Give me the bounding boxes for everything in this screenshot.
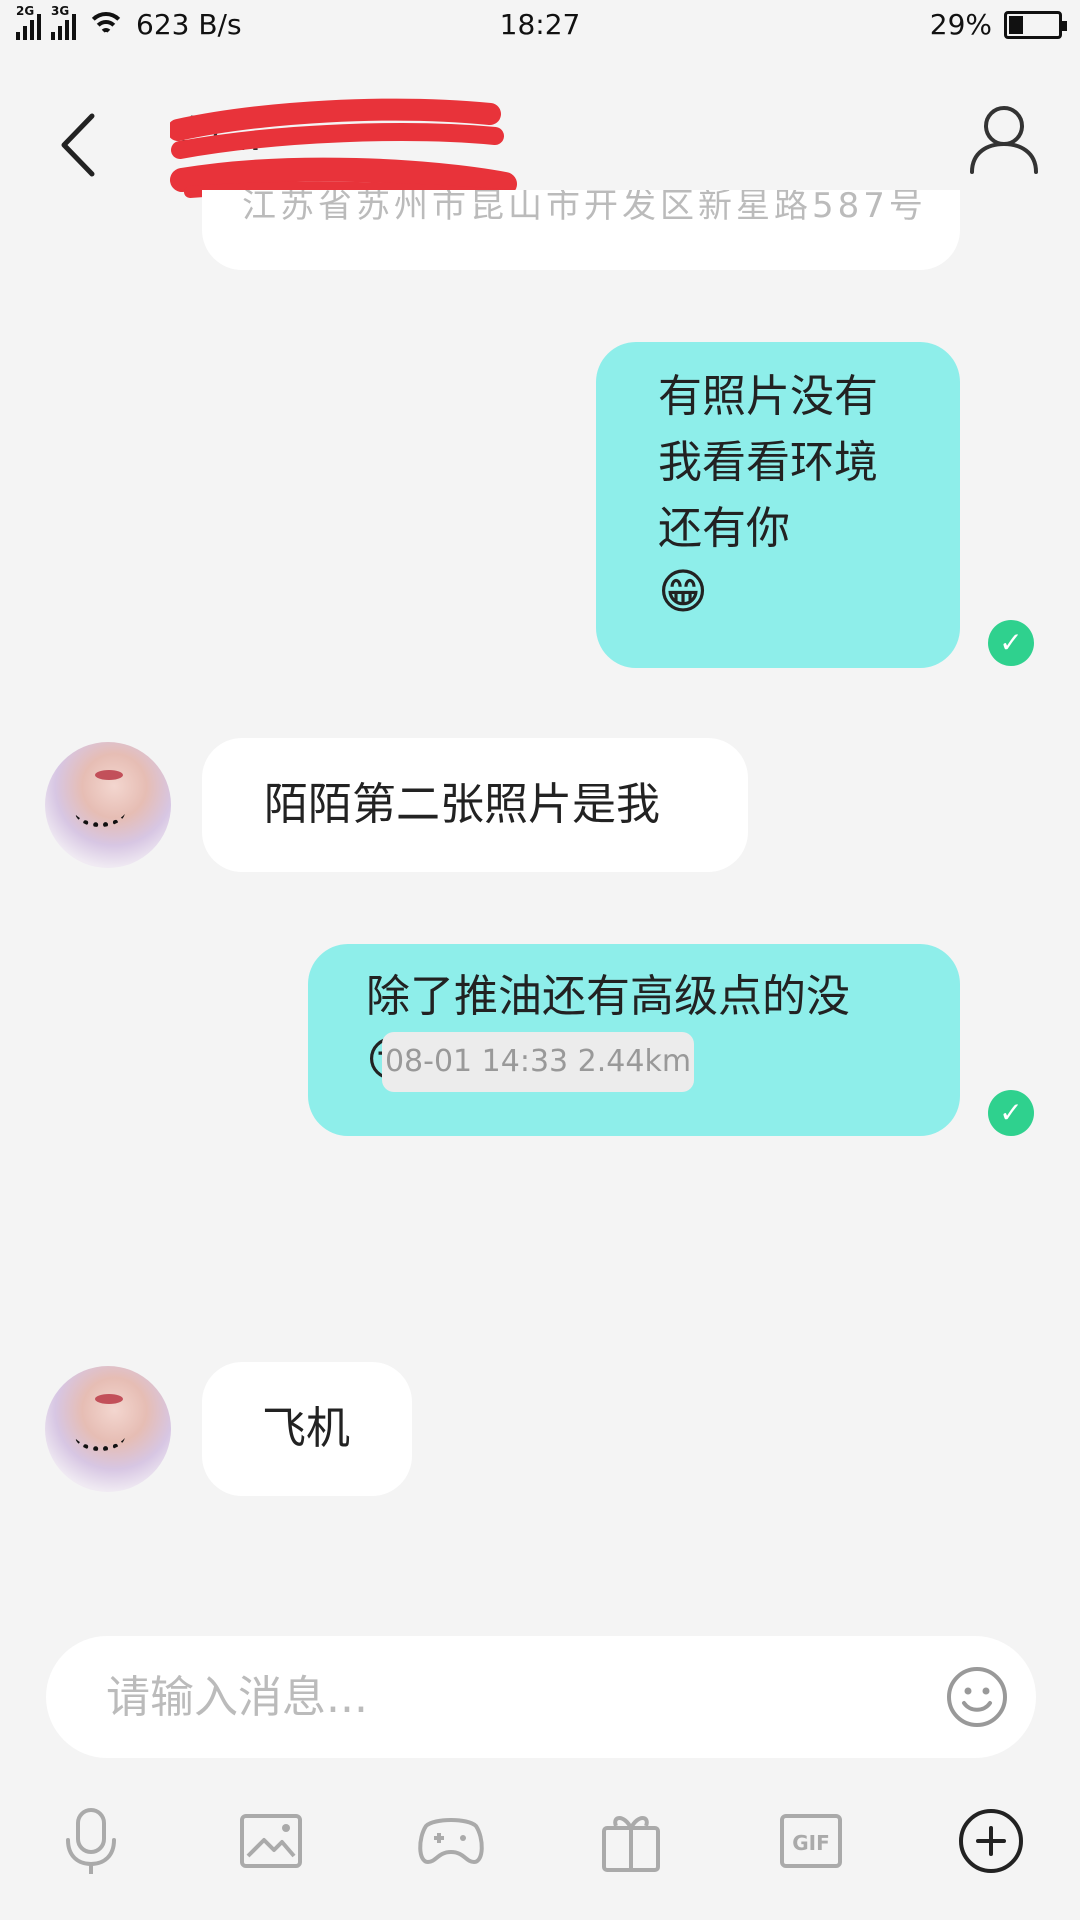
avatar-detail: [75, 797, 125, 827]
message-text: 飞机: [262, 1403, 350, 1454]
image-icon: [240, 1814, 302, 1868]
gif-label: GIF: [792, 1831, 830, 1855]
message-line: 除了推油还有高级点的没: [366, 971, 850, 1022]
grin-emoji-icon: 😁: [658, 564, 709, 620]
gift-icon: [602, 1816, 660, 1872]
profile-button[interactable]: [964, 100, 1044, 180]
message-bubble-outgoing[interactable]: 有照片没有 我看看环境 还有你 😁: [596, 342, 960, 668]
avatar[interactable]: [45, 742, 171, 868]
clipped-message: 江苏省苏州市昆山市开发区新星路587号: [202, 190, 960, 270]
avatar-detail: [95, 770, 123, 780]
game-icon: [418, 1818, 484, 1864]
message-composer: [46, 1636, 1036, 1758]
game-button[interactable]: [414, 1804, 488, 1878]
message-line: 还有你: [658, 503, 790, 554]
battery-fill: [1009, 15, 1023, 34]
bottom-toolbar: GIF: [0, 1800, 1080, 1890]
read-check-icon: ✓: [988, 1090, 1034, 1136]
gif-icon: GIF: [780, 1814, 842, 1868]
avatar-detail: [95, 1394, 123, 1404]
voice-button[interactable]: [54, 1804, 128, 1878]
photo-button[interactable]: [234, 1804, 308, 1878]
message-input[interactable]: [106, 1636, 886, 1758]
user-icon: [970, 106, 1038, 174]
message-line: 有照片没有: [658, 371, 878, 422]
chevron-left-icon: [61, 113, 95, 177]
avatar[interactable]: [45, 1366, 171, 1492]
microphone-icon: [66, 1808, 116, 1874]
chat-header: 与... ...前 >: [0, 60, 1080, 210]
avatar-detail: [75, 1421, 125, 1451]
chat-area[interactable]: 江苏省苏州市昆山市开发区新星路587号 有照片没有 我看看环境 还有你 😁 ✓ …: [0, 190, 1080, 1590]
read-check-icon: ✓: [988, 620, 1034, 666]
timestamp: 08-01 14:33 2.44km: [382, 1032, 694, 1092]
gif-button[interactable]: GIF: [774, 1804, 848, 1878]
plus-icon: [959, 1809, 1023, 1873]
status-bar: 2G 3G 623 B/s 18:27 29%: [0, 0, 1080, 56]
redaction-scribble: [170, 98, 517, 202]
contact-info[interactable]: 与... ...前 >: [170, 92, 530, 202]
message-text: 陌陌第二张照片是我: [264, 779, 660, 830]
more-button[interactable]: [954, 1804, 1028, 1878]
back-button[interactable]: [52, 110, 108, 180]
gift-button[interactable]: [594, 1804, 668, 1878]
status-right: 29%: [929, 8, 1067, 41]
battery-icon: [1004, 10, 1067, 39]
smile-icon: [947, 1667, 1007, 1727]
message-line: 我看看环境: [658, 437, 878, 488]
clock: 18:27: [499, 8, 581, 41]
message-bubble-incoming[interactable]: 飞机: [202, 1362, 412, 1496]
battery-percent: 29%: [929, 8, 992, 41]
emoji-button[interactable]: [946, 1666, 1008, 1728]
message-bubble-incoming[interactable]: 陌陌第二张照片是我: [202, 738, 748, 872]
clipped-message-text: 江苏省苏州市昆山市开发区新星路587号: [242, 190, 927, 226]
